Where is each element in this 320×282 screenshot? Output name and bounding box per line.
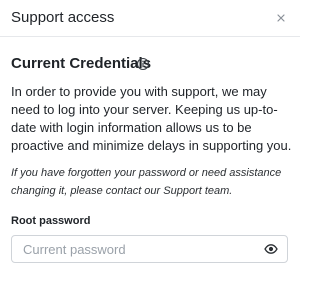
dialog-header: Support access [0,0,300,37]
info-icon[interactable] [136,57,150,71]
close-button[interactable] [274,11,288,25]
root-password-field [11,235,288,263]
support-note: If you have forgotten your password or n… [11,167,282,197]
root-password-input[interactable] [12,236,252,262]
dialog-title: Support access [11,9,115,26]
section-title: Current Credentials [11,55,152,72]
eye-icon [264,244,278,254]
root-password-label: Root password [11,215,91,227]
close-icon [277,14,285,22]
toggle-password-visibility-button[interactable] [263,242,279,256]
support-description: In order to provide you with support, we… [11,84,292,153]
